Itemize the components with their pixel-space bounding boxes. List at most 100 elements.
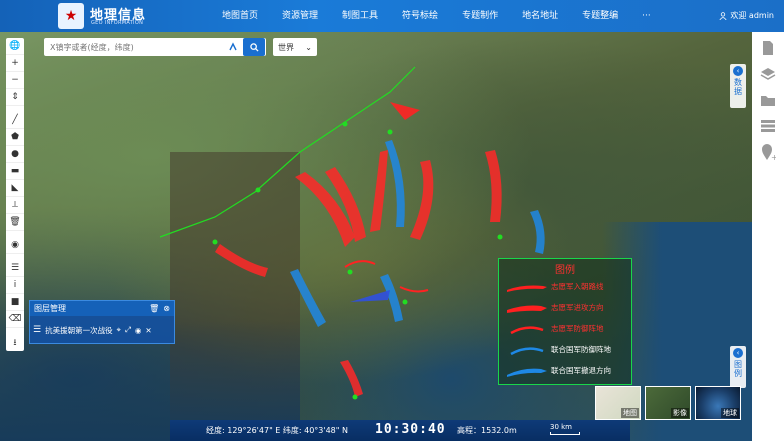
battle-overlay: [159, 66, 545, 400]
layer-item-name: 抗美援朝第一次战役: [45, 325, 113, 335]
top-header: ★ 地理信息 GEO INFORMATION 地图首页 资源管理 制图工具 符号…: [0, 0, 784, 32]
close-icon[interactable]: ⊗: [163, 304, 170, 313]
locate-layer-icon[interactable]: ⌖: [117, 325, 121, 335]
ruler-icon[interactable]: ⟂: [6, 197, 24, 214]
attack-arrow: [295, 172, 355, 247]
marker-icon[interactable]: ●: [6, 146, 24, 163]
right-sidebar: +: [752, 32, 784, 441]
legend-item: 联合国军防御阵地: [499, 339, 631, 360]
search-button[interactable]: [243, 38, 265, 56]
legend-item: 联合国军撤退方向: [499, 360, 631, 381]
clock: 10:30:40: [375, 422, 446, 437]
legend-tab-label: 图例: [733, 360, 743, 378]
region-select[interactable]: 世界 ⌄: [273, 38, 317, 56]
expand-icon[interactable]: ⤢: [125, 325, 131, 335]
data-tab-label: 数据: [733, 78, 743, 96]
left-toolbar: 🌐 + − ⇕ ╱ ⬟ ● ▬ ◣ ⟂ 🗑 ◉ ☰ i ■ ⌫ ⭳: [6, 38, 24, 351]
zoom-in-icon[interactable]: +: [6, 55, 24, 72]
nav-item-thematic-compile[interactable]: 专题整编: [570, 0, 630, 32]
visibility-icon[interactable]: ◉: [135, 326, 142, 335]
delete-icon[interactable]: 🗑: [6, 214, 24, 231]
nav-item-symbol-plot[interactable]: 符号标绘: [390, 0, 450, 32]
line-icon[interactable]: ╱: [6, 112, 24, 129]
basemap-label: 影像: [671, 408, 689, 418]
coordinate-readout: 经度: 129°26'47" E 纬度: 40°3'48" N: [206, 425, 348, 436]
basemap-label: 地球: [721, 408, 739, 418]
entry-route-symbol: [507, 285, 547, 292]
un-retreat-symbol: [507, 368, 547, 377]
attack-direction-symbol: [507, 305, 547, 313]
add-marker-icon[interactable]: +: [758, 142, 778, 162]
layer-item[interactable]: ☰ 抗美援朝第一次战役 ⌖ ⤢ ◉ ✕: [33, 320, 171, 340]
polygon-icon[interactable]: ⬟: [6, 129, 24, 146]
nav-item-home[interactable]: 地图首页: [210, 0, 270, 32]
user-menu[interactable]: 欢迎 admin: [719, 0, 774, 32]
drag-handle-icon[interactable]: ☰: [33, 325, 41, 335]
legend-panel: 图例 志愿军入朝路线 志愿军进攻方向 志愿军防御阵地 联合国军防御阵地 联合国军…: [498, 258, 632, 385]
compass-icon[interactable]: ⇕: [6, 89, 24, 106]
attack-arrow: [215, 244, 268, 277]
nav-item-place-address[interactable]: 地名地址: [510, 0, 570, 32]
chevron-left-icon: ‹: [733, 348, 743, 358]
list-icon[interactable]: [758, 116, 778, 136]
legend-item: 志愿军防御阵地: [499, 318, 631, 339]
search-input[interactable]: [44, 42, 224, 52]
layers-icon[interactable]: ☰: [6, 260, 24, 277]
trash-icon[interactable]: 🗑: [149, 304, 159, 313]
legend-label: 联合国军防御阵地: [551, 345, 611, 354]
route-icon[interactable]: [224, 38, 242, 56]
attack-arrow: [485, 150, 502, 222]
chevron-left-icon: ‹: [733, 66, 743, 76]
layer-panel-title: 图层管理: [34, 304, 66, 313]
nav-item-thematic-make[interactable]: 专题制作: [450, 0, 510, 32]
scale-bar: 30 km: [550, 423, 580, 435]
rectangle-icon[interactable]: ▬: [6, 163, 24, 180]
globe-icon[interactable]: 🌐: [6, 38, 24, 55]
altitude-readout: 高程：1532.0m: [457, 426, 517, 435]
legend-title: 图例: [555, 265, 575, 276]
search-icon: [249, 42, 259, 52]
data-side-tab[interactable]: ‹ 数据: [730, 64, 746, 108]
retreat-arrow: [290, 269, 326, 327]
nav-item-more[interactable]: ···: [630, 0, 663, 32]
retreat-arrow: [350, 290, 390, 302]
svg-text:+: +: [771, 153, 776, 161]
measure-area-icon[interactable]: ◣: [6, 180, 24, 197]
locate-icon[interactable]: ◉: [6, 237, 24, 254]
status-bar: 经度: 129°26'47" E 纬度: 40°3'48" N 10:30:40…: [170, 420, 630, 441]
app-subtitle: GEO INFORMATION: [91, 20, 144, 26]
latitude-value: 纬度: 40°3'48" N: [282, 426, 348, 435]
retreat-arrow: [530, 210, 545, 254]
layers-stack-icon[interactable]: [758, 64, 778, 84]
layer-panel-header: 图层管理 🗑 ⊗: [30, 301, 174, 316]
legend-item: 志愿军进攻方向: [499, 297, 631, 318]
legend-side-tab[interactable]: ‹ 图例: [730, 346, 746, 388]
basemap-imagery[interactable]: 影像: [645, 386, 691, 420]
document-icon[interactable]: [758, 38, 778, 58]
scale-label: 30 km: [550, 423, 573, 431]
folder-icon[interactable]: [758, 90, 778, 110]
legend-label: 志愿军防御阵地: [551, 324, 604, 333]
layer-panel: 图层管理 🗑 ⊗ ☰ 抗美援朝第一次战役 ⌖ ⤢ ◉ ✕: [29, 300, 175, 344]
nav-item-resources[interactable]: 资源管理: [270, 0, 330, 32]
attack-arrow: [410, 160, 434, 240]
main-nav: 地图首页 资源管理 制图工具 符号标绘 专题制作 地名地址 专题整编 ···: [210, 0, 663, 32]
un-defense-symbol: [510, 346, 544, 355]
user-greeting: 欢迎 admin: [730, 11, 774, 20]
map-canvas[interactable]: [0, 32, 752, 441]
trash-icon[interactable]: ⌫: [6, 311, 24, 328]
longitude-value: 经度: 129°26'47" E: [206, 426, 281, 435]
nav-item-mapping-tools[interactable]: 制图工具: [330, 0, 390, 32]
legend-label: 联合国军撤退方向: [551, 366, 611, 375]
basemap-globe[interactable]: 地球: [695, 386, 741, 420]
search-bar: [44, 38, 266, 56]
region-select-value: 世界: [278, 42, 294, 52]
remove-layer-icon[interactable]: ✕: [145, 326, 151, 335]
defense-line: [344, 260, 376, 268]
info-icon[interactable]: i: [6, 277, 24, 294]
stop-icon[interactable]: ■: [6, 294, 24, 311]
zoom-out-icon[interactable]: −: [6, 72, 24, 89]
app-logo-icon: ★: [58, 3, 84, 29]
basemap-map[interactable]: 地图: [595, 386, 641, 420]
export-icon[interactable]: ⭳: [6, 334, 24, 351]
